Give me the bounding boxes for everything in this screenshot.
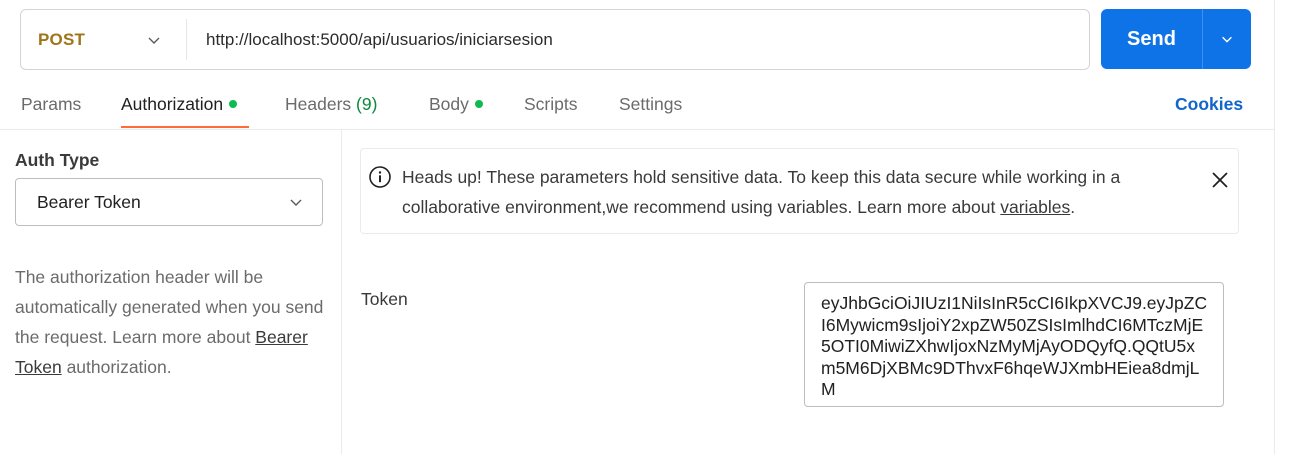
cookies-link[interactable]: Cookies — [1175, 94, 1243, 115]
tab-label: Params — [21, 94, 82, 114]
tab-label: Body — [429, 94, 469, 114]
auth-type-value: Bearer Token — [37, 191, 141, 212]
tab-label: Headers — [285, 94, 352, 114]
auth-help-after: authorization. — [61, 357, 172, 377]
close-icon[interactable] — [1210, 170, 1230, 190]
tab-label: Settings — [619, 94, 683, 114]
method-label: POST — [38, 29, 86, 49]
send-button-group: Send — [1101, 9, 1251, 69]
chevron-down-icon — [148, 37, 160, 44]
auth-type-label: Auth Type — [15, 150, 100, 170]
tab-params[interactable]: Params — [21, 94, 81, 115]
tab-label: Authorization — [121, 94, 224, 114]
chevron-down-icon — [290, 199, 302, 206]
headers-count: (9) — [356, 94, 378, 114]
tab-settings[interactable]: Settings — [619, 94, 682, 115]
auth-help-text: The authorization header will be automat… — [15, 262, 335, 382]
auth-type-select[interactable]: Bearer Token — [15, 178, 323, 226]
tab-scripts[interactable]: Scripts — [524, 94, 577, 115]
right-border — [1274, 0, 1275, 454]
tab-headers[interactable]: Headers (9) — [285, 94, 377, 115]
sensitive-data-alert: Heads up! These parameters hold sensitiv… — [360, 148, 1239, 234]
request-url-bar: POST http://localhost:5000/api/usuarios/… — [20, 9, 1090, 70]
alert-end: . — [1070, 197, 1076, 217]
request-tabs: Params Authorization Headers (9) Body Sc… — [0, 88, 1275, 130]
tab-label: Scripts — [524, 94, 578, 114]
tab-body[interactable]: Body — [429, 94, 483, 115]
panel-divider — [341, 130, 342, 454]
status-dot — [474, 100, 483, 108]
tab-authorization[interactable]: Authorization — [121, 94, 238, 115]
chevron-down-icon — [1222, 36, 1232, 43]
token-input[interactable]: eyJhbGciOiJIUzI1NiIsInR5cCI6IkpXVCJ9.eyJ… — [804, 282, 1224, 407]
alert-text: Heads up! These parameters hold sensitiv… — [402, 162, 1202, 222]
token-label: Token — [361, 289, 408, 309]
send-options-button[interactable] — [1203, 9, 1251, 69]
variables-link[interactable]: variables — [1000, 197, 1070, 217]
active-tab-indicator — [121, 126, 249, 128]
method-select[interactable]: POST — [21, 19, 187, 60]
status-dot — [229, 100, 238, 108]
url-input[interactable]: http://localhost:5000/api/usuarios/inici… — [187, 30, 553, 50]
send-button[interactable]: Send — [1101, 28, 1202, 51]
info-icon — [369, 166, 391, 188]
